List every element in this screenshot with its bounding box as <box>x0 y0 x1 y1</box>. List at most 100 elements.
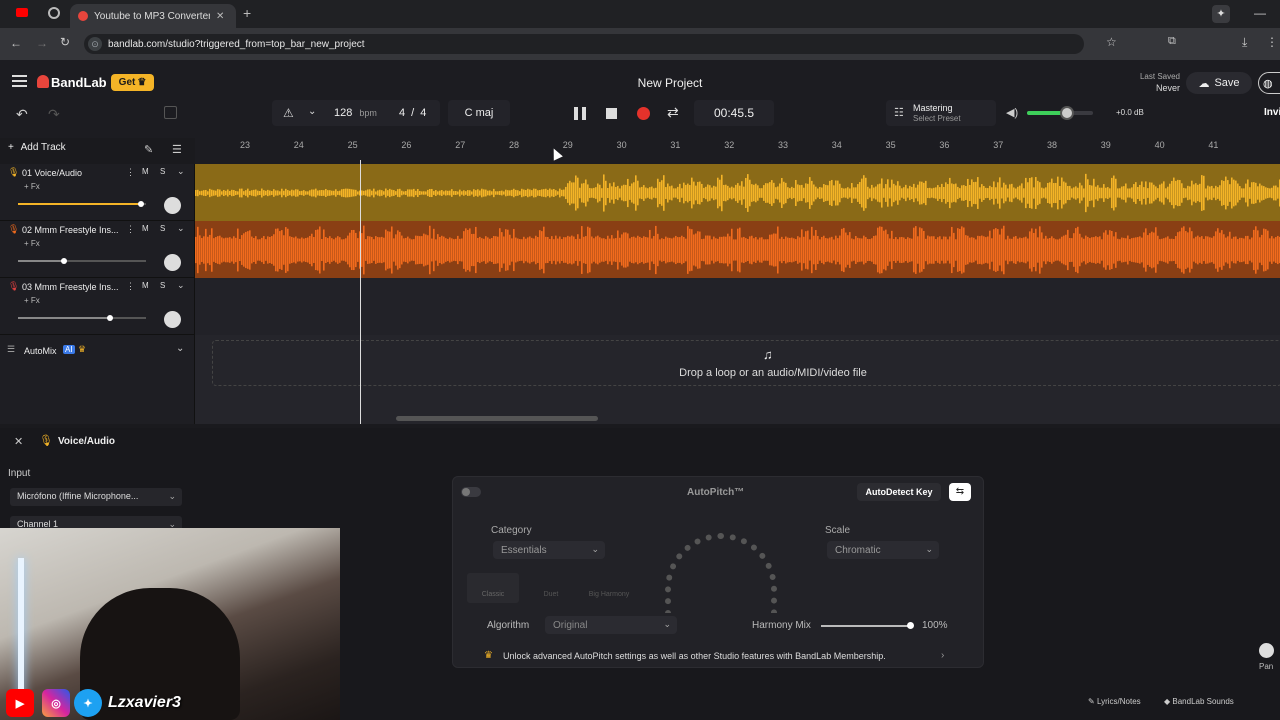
snap-icon[interactable] <box>164 106 177 119</box>
site-info-icon[interactable]: ⊙ <box>88 37 102 51</box>
loop-icon[interactable]: ⇄ <box>667 104 679 121</box>
mode-classic[interactable]: Classic <box>467 573 519 603</box>
solo-button[interactable]: S <box>160 224 165 233</box>
playhead[interactable] <box>360 160 361 424</box>
url-field[interactable]: ⊙ bandlab.com/studio?triggered_from=top_… <box>84 34 1084 54</box>
drop-zone[interactable]: ♫ Drop a loop or an audio/MIDI/video fil… <box>212 340 1280 386</box>
lane-instrumental[interactable] <box>195 221 1280 278</box>
master-volume-slider[interactable] <box>1027 106 1093 120</box>
category-select[interactable]: Essentials ⌄ <box>493 541 605 559</box>
bookmark-star-icon[interactable]: ☆ <box>1106 35 1117 49</box>
redo-icon[interactable]: ↷ <box>48 106 60 123</box>
undo-icon[interactable]: ↶ <box>16 106 28 123</box>
track-pan-knob[interactable] <box>164 311 181 328</box>
browser-ai-icon[interactable]: ✦ <box>1212 5 1230 23</box>
get-membership-button[interactable]: Get ♛ <box>111 74 154 91</box>
track-volume-knob[interactable] <box>107 315 114 321</box>
track-chevron-icon[interactable]: ⌄ <box>177 280 185 291</box>
project-title[interactable]: New Project <box>600 76 740 90</box>
mastering-button[interactable]: ☷ Mastering Select Preset <box>886 100 996 126</box>
track-name[interactable]: 03 Mmm Freestyle Ins... <box>22 282 122 292</box>
track-menu-icon[interactable]: ⋮ <box>126 224 135 235</box>
autopitch-toggle[interactable] <box>461 487 481 497</box>
track-name[interactable]: 02 Mmm Freestyle Ins... <box>22 225 122 235</box>
metronome-chevron-icon[interactable]: ⌄ <box>308 106 316 117</box>
track-volume-slider[interactable] <box>18 315 146 321</box>
pinned-tab-icon[interactable] <box>48 7 60 19</box>
stop-button[interactable] <box>606 108 617 119</box>
timeline-scrollbar[interactable] <box>396 416 598 421</box>
new-tab-button[interactable]: + <box>243 5 251 21</box>
membership-promo-link[interactable]: Unlock advanced AutoPitch settings as we… <box>503 651 886 661</box>
track-volume-knob[interactable] <box>137 201 144 207</box>
autodetect-key-button[interactable]: AutoDetect Key <box>857 483 941 501</box>
tab-close-icon[interactable]: ✕ <box>216 11 224 22</box>
add-fx-button[interactable]: + Fx <box>24 239 40 248</box>
automix-chevron-icon[interactable]: ⌄ <box>176 343 184 354</box>
invite-button[interactable]: ◍ <box>1258 72 1280 94</box>
harmony-mix-knob[interactable] <box>907 622 914 629</box>
promo-chevron-icon[interactable]: › <box>941 650 944 661</box>
tools-icon[interactable]: ✎ <box>144 143 153 156</box>
track-settings-icon[interactable]: ☰ <box>172 143 182 156</box>
lyrics-notes-button[interactable]: ✎ Lyrics/Notes <box>1088 697 1141 706</box>
track-chevron-icon[interactable]: ⌄ <box>177 223 185 234</box>
track-header[interactable]: 🎙 03 Mmm Freestyle Ins... + Fx ⋮ M S ⌄ <box>0 278 195 335</box>
bandlab-brand[interactable]: BandLab <box>51 75 107 90</box>
track-menu-icon[interactable]: ⋮ <box>126 281 135 292</box>
bandlab-sounds-button[interactable]: ◆ BandLab Sounds <box>1164 697 1234 706</box>
back-icon[interactable]: ← <box>10 36 22 50</box>
scale-select[interactable]: Chromatic ⌄ <box>827 541 939 559</box>
pause-button[interactable] <box>574 107 586 120</box>
key-field[interactable]: C maj <box>448 100 510 126</box>
time-signature-field[interactable]: 4 / 4 <box>399 107 426 119</box>
mute-button[interactable]: M <box>142 167 149 176</box>
add-track-button[interactable]: + Add Track <box>8 142 84 158</box>
record-button[interactable] <box>637 107 650 120</box>
track-header[interactable]: 🎙 01 Voice/Audio + Fx ⋮ M S ⌄ <box>0 164 195 221</box>
lane-instrumental-empty[interactable] <box>195 278 1280 335</box>
forward-icon[interactable]: → <box>36 36 48 50</box>
track-pan-knob[interactable] <box>164 254 181 271</box>
timeline-ruler[interactable]: 23 24 25 26 27 28 29 30 31 32 33 34 35 36 37 38 39 40 41 <box>195 136 1280 164</box>
autopitch-settings-icon[interactable]: ⇆ <box>949 483 971 501</box>
close-panel-icon[interactable]: ✕ <box>14 435 23 448</box>
invite-label[interactable]: Invi <box>1264 107 1280 118</box>
active-browser-tab[interactable]: Youtube to MP3 Converter (Ad ✕ <box>70 4 236 28</box>
metronome-icon[interactable]: ⚠ <box>283 106 294 120</box>
track-name[interactable]: 01 Voice/Audio <box>22 168 122 178</box>
track-volume-slider[interactable] <box>18 258 146 264</box>
pitch-correction-knob[interactable] <box>665 533 777 613</box>
master-volume-knob[interactable] <box>1059 106 1074 120</box>
save-button[interactable]: ☁ Save <box>1186 72 1252 94</box>
lane-voice-audio[interactable] <box>195 164 1280 221</box>
track-header[interactable]: 🎙 02 Mmm Freestyle Ins... + Fx ⋮ M S ⌄ <box>0 221 195 278</box>
download-icon[interactable]: ⤓ <box>1242 35 1247 50</box>
speaker-mute-icon[interactable]: ◀) <box>1006 106 1018 119</box>
track-pan-knob[interactable] <box>164 197 181 214</box>
algorithm-select[interactable]: Original ⌄ <box>545 616 677 634</box>
reload-icon[interactable]: ↻ <box>60 35 70 49</box>
add-fx-button[interactable]: + Fx <box>24 296 40 305</box>
track-volume-knob[interactable] <box>61 258 68 264</box>
mode-duet[interactable]: Duet <box>525 573 577 603</box>
bpm-field[interactable]: 128 bpm <box>334 107 377 119</box>
automix-row[interactable]: ☰ AutoMix AI ♛ ⌄ <box>0 342 195 360</box>
mode-big-harmony[interactable]: Big Harmony <box>583 573 635 603</box>
mute-button[interactable]: M <box>142 281 149 290</box>
track-volume-slider[interactable] <box>18 201 146 207</box>
track-chevron-icon[interactable]: ⌄ <box>177 166 185 177</box>
input-select[interactable]: Micrófono (Iffine Microphone... ⌄ <box>10 488 182 506</box>
solo-button[interactable]: S <box>160 281 165 290</box>
minimize-window-icon[interactable]: — <box>1254 6 1266 20</box>
youtube-tab-icon[interactable] <box>16 8 28 17</box>
harmony-mix-slider[interactable] <box>821 622 914 629</box>
add-fx-button[interactable]: + Fx <box>24 182 40 191</box>
hamburger-menu-icon[interactable] <box>12 75 27 87</box>
solo-button[interactable]: S <box>160 167 165 176</box>
track-menu-icon[interactable]: ⋮ <box>126 167 135 178</box>
pan-knob[interactable] <box>1259 643 1274 658</box>
menu-dots-icon[interactable]: ⋮ <box>1266 35 1278 49</box>
extensions-icon[interactable]: ⧉ <box>1168 35 1176 48</box>
mute-button[interactable]: M <box>142 224 149 233</box>
